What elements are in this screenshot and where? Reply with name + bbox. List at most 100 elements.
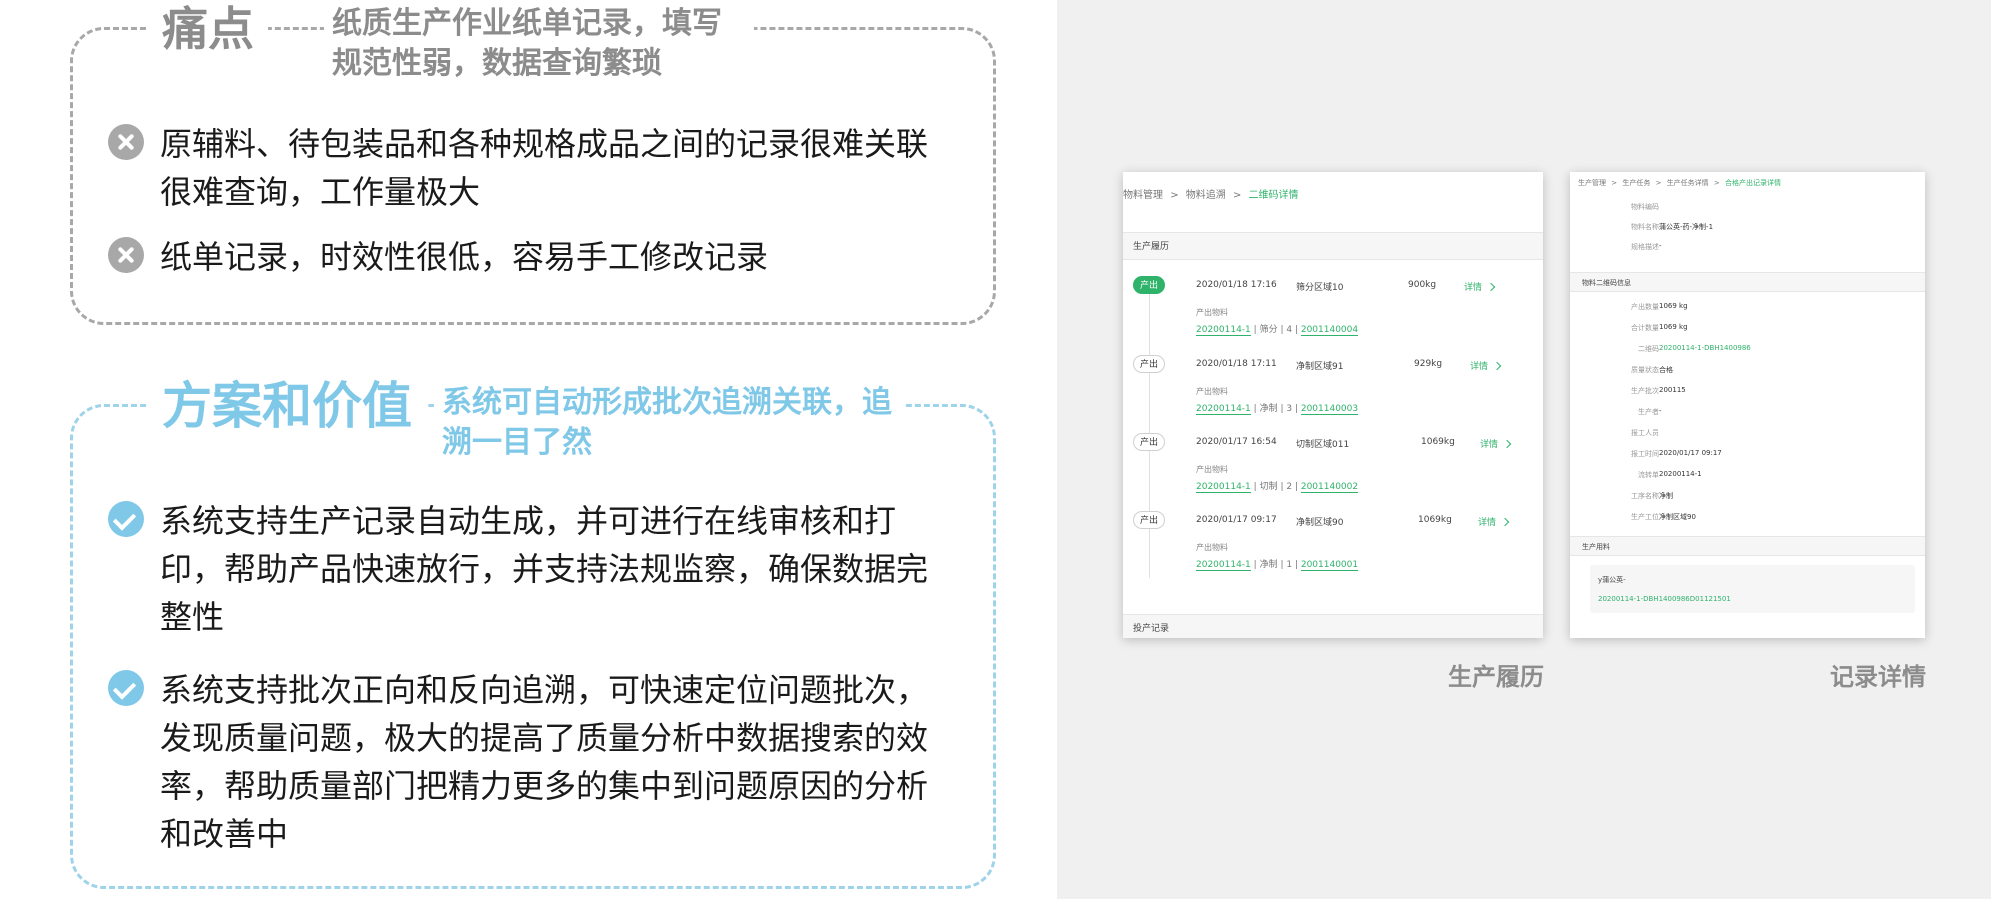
field-label: 生产者 [1638,408,1659,416]
breadcrumb-item[interactable]: 生产任务 [1622,179,1650,187]
record-detail-caption: 记录详情 [1830,663,1926,691]
field-label: 流转单 [1638,471,1659,479]
field-label: 规格描述 [1631,243,1659,251]
row-weight: 1069kg [1418,515,1452,525]
row-label: 产出物料 [1196,387,1228,396]
field-label: 二维码 [1638,345,1659,353]
batch-link[interactable]: 20200114-1 [1196,404,1251,415]
row-label: 产出物料 [1196,543,1228,552]
row-label: 产出物料 [1196,465,1228,474]
detail-link[interactable]: 详情 [1480,437,1512,450]
field-label: 报工人员 [1631,429,1659,437]
row-area: 净制区域91 [1296,362,1344,372]
detail-link-label: 详情 [1470,362,1489,372]
row-weight: 1069kg [1421,437,1455,447]
pain-points-title: 痛点 [148,6,268,52]
field-value: 净制 [1659,492,1673,500]
chevron-right-icon [1486,282,1496,292]
breadcrumb-item[interactable]: 物料追溯 [1186,190,1226,201]
field-value: 2020/01/17 09:17 [1659,449,1722,457]
pain-item-text: 原辅料、待包装品和各种规格成品之间的记录很难关联很难查询，工作量极大 [160,125,929,211]
check-circle-icon [108,670,144,706]
material-card: y蒲公英- 20200114-1-DBH1400986D01121501 [1590,565,1915,613]
breadcrumb-item[interactable]: 物料管理 [1123,190,1163,201]
breadcrumb-current: 合格产出记录详情 [1725,179,1782,187]
field-value: 200115 [1659,386,1686,394]
field-value: 合格 [1659,366,1673,374]
batch-link[interactable]: 20200114-1 [1196,560,1251,571]
field-label: 生产工位 [1631,513,1659,521]
breadcrumb: 生产管理 > 生产任务 > 生产任务详情 > 合格产出记录详情 [1578,178,1781,188]
row-area: 净制区域90 [1296,518,1344,528]
chevron-right-icon [1500,517,1510,527]
row-codes: 20200114-1 | 净制 | 1 | 2001140001 [1196,560,1359,571]
row-area: 切制区域011 [1296,440,1350,450]
breadcrumb-item[interactable]: 生产任务详情 [1667,179,1709,187]
detail-link[interactable]: 详情 [1478,515,1510,528]
code-link[interactable]: 2001140003 [1300,404,1359,415]
detail-link-label: 详情 [1480,440,1499,450]
batch-link[interactable]: 20200114-1 [1196,482,1251,493]
timeline-row: 产出 2020/01/18 17:11 净制区域91 929kg 详情 产出物料… [1123,355,1543,433]
code-link[interactable]: 2001140001 [1300,560,1359,571]
field-value: - [1659,242,1662,250]
detail-link[interactable]: 详情 [1464,280,1496,293]
section-header: 生产履历 [1123,232,1543,260]
row-label: 产出物料 [1196,308,1228,317]
field-value: 20200114-1 [1659,470,1702,478]
x-circle-icon [108,124,144,160]
chevron-right-icon [1502,439,1512,449]
field-row: 物料名称 蒲公英-药-净制-1 [1570,218,1925,238]
field-label: 合计数量 [1631,324,1659,332]
field-row: 工序名称 净制 [1570,487,1925,507]
material-title: y蒲公英- [1598,576,1626,584]
field-label: 产出数量 [1631,303,1659,311]
field-label: 物料名称 [1631,223,1659,231]
material-code[interactable]: 20200114-1-DBH1400986D01121501 [1598,595,1731,603]
pain-item-text: 纸单记录，时效性很低，容易手工修改记录 [160,238,769,276]
field-row: 报工人员 [1570,424,1925,444]
row-time: 2020/01/17 16:54 [1196,437,1277,447]
pain-item: 纸单记录，时效性很低，容易手工修改记录 [108,233,950,281]
solution-item-text: 系统支持批次正向和反向追溯，可快速定位问题批次，发现质量问题，极大的提高了质量分… [160,671,929,853]
row-area: 筛分区域10 [1296,283,1344,293]
row-codes: 20200114-1 | 净制 | 3 | 2001140003 [1196,404,1359,415]
detail-link[interactable]: 详情 [1470,359,1502,372]
breadcrumb-separator: > [1655,179,1662,187]
field-row: 流转单 20200114-1 [1570,466,1925,486]
field-row: 物料编码 [1570,198,1925,218]
row-time: 2020/01/18 17:16 [1196,280,1277,290]
timeline-row: 产出 2020/01/18 17:16 筛分区域10 900kg 详情 产出物料… [1123,276,1543,354]
process-name: 净制 [1259,404,1278,414]
field-row: 生产工位 净制区域90 [1570,508,1925,528]
production-history-caption: 生产履历 [1448,663,1544,691]
field-row: 生产批次 200115 [1570,382,1925,402]
process-name: 切制 [1259,482,1278,492]
status-badge: 产出 [1133,511,1165,529]
field-value: 蒲公英-药-净制-1 [1659,223,1714,231]
production-history-screen: 物料管理 > 物料追溯 > 二维码详情 生产履历 产出 2020/01/18 1… [1123,172,1543,638]
row-codes: 20200114-1 | 筛分 | 4 | 2001140004 [1196,325,1359,336]
sequence-number: 1 [1286,560,1293,570]
field-value: 1069 kg [1659,302,1688,310]
detail-link-label: 详情 [1478,518,1497,528]
status-badge: 产出 [1133,276,1165,294]
status-badge: 产出 [1133,355,1165,373]
breadcrumb-current: 二维码详情 [1248,190,1299,201]
pain-item: 原辅料、待包装品和各种规格成品之间的记录很难关联很难查询，工作量极大 [108,120,950,216]
batch-link[interactable]: 20200114-1 [1196,325,1251,336]
timeline-row: 产出 2020/01/17 16:54 切制区域011 1069kg 详情 产出… [1123,433,1543,511]
breadcrumb-separator: > [1170,190,1179,201]
code-link[interactable]: 2001140002 [1300,482,1359,493]
field-label: 生产批次 [1631,387,1659,395]
solution-item: 系统支持生产记录自动生成，并可进行在线审核和打印，帮助产品快速放行，并支持法规监… [108,497,950,641]
field-row: 质量状态 合格 [1570,361,1925,381]
breadcrumb-item[interactable]: 生产管理 [1578,179,1606,187]
detail-link-label: 详情 [1464,283,1483,293]
field-row: 生产者 - [1570,403,1925,423]
row-time: 2020/01/18 17:11 [1196,359,1277,369]
code-link[interactable]: 2001140004 [1300,325,1359,336]
field-label: 质量状态 [1631,366,1659,374]
field-row: 合计数量 1069 kg [1570,319,1925,339]
field-row: 规格描述 - [1570,238,1925,258]
